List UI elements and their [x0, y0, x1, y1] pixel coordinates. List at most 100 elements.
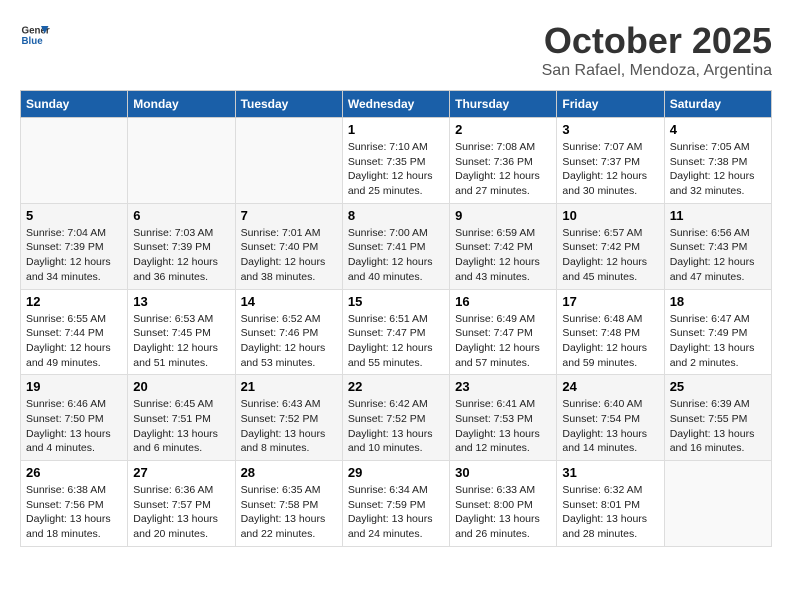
- day-info: Sunrise: 6:49 AM Sunset: 7:47 PM Dayligh…: [455, 312, 551, 371]
- day-info: Sunrise: 6:52 AM Sunset: 7:46 PM Dayligh…: [241, 312, 337, 371]
- calendar-cell: 15 Sunrise: 6:51 AM Sunset: 7:47 PM Dayli…: [342, 289, 449, 375]
- day-info: Sunrise: 6:53 AM Sunset: 7:45 PM Dayligh…: [133, 312, 229, 371]
- calendar-cell: 16 Sunrise: 6:49 AM Sunset: 7:47 PM Dayli…: [450, 289, 557, 375]
- day-info: Sunrise: 6:57 AM Sunset: 7:42 PM Dayligh…: [562, 226, 658, 285]
- day-info: Sunrise: 7:03 AM Sunset: 7:39 PM Dayligh…: [133, 226, 229, 285]
- day-number: 7: [241, 208, 337, 223]
- day-info: Sunrise: 7:01 AM Sunset: 7:40 PM Dayligh…: [241, 226, 337, 285]
- weekday-label: Monday: [128, 91, 235, 118]
- day-info: Sunrise: 7:08 AM Sunset: 7:36 PM Dayligh…: [455, 140, 551, 199]
- day-info: Sunrise: 7:07 AM Sunset: 7:37 PM Dayligh…: [562, 140, 658, 199]
- day-info: Sunrise: 6:34 AM Sunset: 7:59 PM Dayligh…: [348, 483, 444, 542]
- day-number: 10: [562, 208, 658, 223]
- location-subtitle: San Rafael, Mendoza, Argentina: [542, 62, 772, 80]
- day-number: 16: [455, 294, 551, 309]
- weekday-label: Saturday: [664, 91, 771, 118]
- calendar-cell: 8Sunrise: 7:00 AM Sunset: 7:41 PM Daylig…: [342, 203, 449, 289]
- day-number: 24: [562, 379, 658, 394]
- calendar-cell: 11 Sunrise: 6:56 AM Sunset: 7:43 PM Dayli…: [664, 203, 771, 289]
- calendar-cell: [235, 118, 342, 204]
- day-info: Sunrise: 6:47 AM Sunset: 7:49 PM Dayligh…: [670, 312, 766, 371]
- day-number: 17: [562, 294, 658, 309]
- day-number: 5: [26, 208, 122, 223]
- calendar-week-row: 26 Sunrise: 6:38 AM Sunset: 7:56 PM Dayli…: [21, 461, 772, 547]
- month-title: October 2025: [542, 20, 772, 62]
- day-number: 26: [26, 465, 122, 480]
- weekday-label: Sunday: [21, 91, 128, 118]
- calendar-cell: 21 Sunrise: 6:43 AM Sunset: 7:52 PM Dayli…: [235, 375, 342, 461]
- day-number: 20: [133, 379, 229, 394]
- day-number: 12: [26, 294, 122, 309]
- calendar-cell: 5 Sunrise: 7:04 AM Sunset: 7:39 PM Daylig…: [21, 203, 128, 289]
- calendar-cell: 24Sunrise: 6:40 AM Sunset: 7:54 PM Dayli…: [557, 375, 664, 461]
- calendar-cell: 4 Sunrise: 7:05 AM Sunset: 7:38 PM Daylig…: [664, 118, 771, 204]
- calendar-cell: [664, 461, 771, 547]
- day-info: Sunrise: 6:35 AM Sunset: 7:58 PM Dayligh…: [241, 483, 337, 542]
- day-info: Sunrise: 6:41 AM Sunset: 7:53 PM Dayligh…: [455, 397, 551, 456]
- calendar-cell: [21, 118, 128, 204]
- day-info: Sunrise: 6:43 AM Sunset: 7:52 PM Dayligh…: [241, 397, 337, 456]
- calendar-cell: [128, 118, 235, 204]
- day-info: Sunrise: 7:04 AM Sunset: 7:39 PM Dayligh…: [26, 226, 122, 285]
- calendar-week-row: 12 Sunrise: 6:55 AM Sunset: 7:44 PM Dayli…: [21, 289, 772, 375]
- calendar-cell: 18 Sunrise: 6:47 AM Sunset: 7:49 PM Dayli…: [664, 289, 771, 375]
- day-info: Sunrise: 6:55 AM Sunset: 7:44 PM Dayligh…: [26, 312, 122, 371]
- calendar-week-row: 19 Sunrise: 6:46 AM Sunset: 7:50 PM Dayli…: [21, 375, 772, 461]
- day-number: 30: [455, 465, 551, 480]
- day-number: 27: [133, 465, 229, 480]
- day-number: 11: [670, 208, 766, 223]
- weekday-label: Thursday: [450, 91, 557, 118]
- day-info: Sunrise: 6:59 AM Sunset: 7:42 PM Dayligh…: [455, 226, 551, 285]
- day-number: 21: [241, 379, 337, 394]
- day-info: Sunrise: 7:05 AM Sunset: 7:38 PM Dayligh…: [670, 140, 766, 199]
- calendar-cell: 17 Sunrise: 6:48 AM Sunset: 7:48 PM Dayli…: [557, 289, 664, 375]
- day-info: Sunrise: 6:48 AM Sunset: 7:48 PM Dayligh…: [562, 312, 658, 371]
- day-number: 1: [348, 122, 444, 137]
- calendar-cell: 26 Sunrise: 6:38 AM Sunset: 7:56 PM Dayli…: [21, 461, 128, 547]
- calendar-cell: 13 Sunrise: 6:53 AM Sunset: 7:45 PM Dayli…: [128, 289, 235, 375]
- calendar-body: 1Sunrise: 7:10 AM Sunset: 7:35 PM Daylig…: [21, 118, 772, 547]
- calendar-cell: 6 Sunrise: 7:03 AM Sunset: 7:39 PM Daylig…: [128, 203, 235, 289]
- day-number: 31: [562, 465, 658, 480]
- day-info: Sunrise: 6:56 AM Sunset: 7:43 PM Dayligh…: [670, 226, 766, 285]
- day-info: Sunrise: 6:38 AM Sunset: 7:56 PM Dayligh…: [26, 483, 122, 542]
- svg-text:Blue: Blue: [22, 36, 44, 47]
- day-info: Sunrise: 6:46 AM Sunset: 7:50 PM Dayligh…: [26, 397, 122, 456]
- logo: General Blue: [20, 20, 54, 50]
- calendar-cell: 14Sunrise: 6:52 AM Sunset: 7:46 PM Dayli…: [235, 289, 342, 375]
- day-info: Sunrise: 6:33 AM Sunset: 8:00 PM Dayligh…: [455, 483, 551, 542]
- day-number: 25: [670, 379, 766, 394]
- calendar-cell: 22Sunrise: 6:42 AM Sunset: 7:52 PM Dayli…: [342, 375, 449, 461]
- day-number: 18: [670, 294, 766, 309]
- day-info: Sunrise: 6:36 AM Sunset: 7:57 PM Dayligh…: [133, 483, 229, 542]
- calendar-cell: 19 Sunrise: 6:46 AM Sunset: 7:50 PM Dayli…: [21, 375, 128, 461]
- weekday-header-row: SundayMondayTuesdayWednesdayThursdayFrid…: [21, 91, 772, 118]
- calendar-cell: 10 Sunrise: 6:57 AM Sunset: 7:42 PM Dayli…: [557, 203, 664, 289]
- page-header: General Blue October 2025 San Rafael, Me…: [20, 20, 772, 80]
- day-number: 9: [455, 208, 551, 223]
- day-number: 8: [348, 208, 444, 223]
- day-info: Sunrise: 6:45 AM Sunset: 7:51 PM Dayligh…: [133, 397, 229, 456]
- logo-icon: General Blue: [20, 20, 50, 50]
- calendar-cell: 25 Sunrise: 6:39 AM Sunset: 7:55 PM Dayli…: [664, 375, 771, 461]
- calendar-cell: 28 Sunrise: 6:35 AM Sunset: 7:58 PM Dayli…: [235, 461, 342, 547]
- calendar-cell: 1Sunrise: 7:10 AM Sunset: 7:35 PM Daylig…: [342, 118, 449, 204]
- calendar-cell: 30 Sunrise: 6:33 AM Sunset: 8:00 PM Dayli…: [450, 461, 557, 547]
- day-number: 13: [133, 294, 229, 309]
- calendar-cell: 23Sunrise: 6:41 AM Sunset: 7:53 PM Dayli…: [450, 375, 557, 461]
- calendar-cell: 9 Sunrise: 6:59 AM Sunset: 7:42 PM Daylig…: [450, 203, 557, 289]
- calendar-cell: 3 Sunrise: 7:07 AM Sunset: 7:37 PM Daylig…: [557, 118, 664, 204]
- day-info: Sunrise: 6:42 AM Sunset: 7:52 PM Dayligh…: [348, 397, 444, 456]
- day-number: 15: [348, 294, 444, 309]
- calendar-week-row: 5 Sunrise: 7:04 AM Sunset: 7:39 PM Daylig…: [21, 203, 772, 289]
- calendar-cell: 27 Sunrise: 6:36 AM Sunset: 7:57 PM Dayli…: [128, 461, 235, 547]
- day-number: 6: [133, 208, 229, 223]
- day-number: 4: [670, 122, 766, 137]
- day-number: 3: [562, 122, 658, 137]
- day-info: Sunrise: 6:51 AM Sunset: 7:47 PM Dayligh…: [348, 312, 444, 371]
- day-number: 28: [241, 465, 337, 480]
- day-info: Sunrise: 6:39 AM Sunset: 7:55 PM Dayligh…: [670, 397, 766, 456]
- weekday-label: Friday: [557, 91, 664, 118]
- day-number: 29: [348, 465, 444, 480]
- day-number: 19: [26, 379, 122, 394]
